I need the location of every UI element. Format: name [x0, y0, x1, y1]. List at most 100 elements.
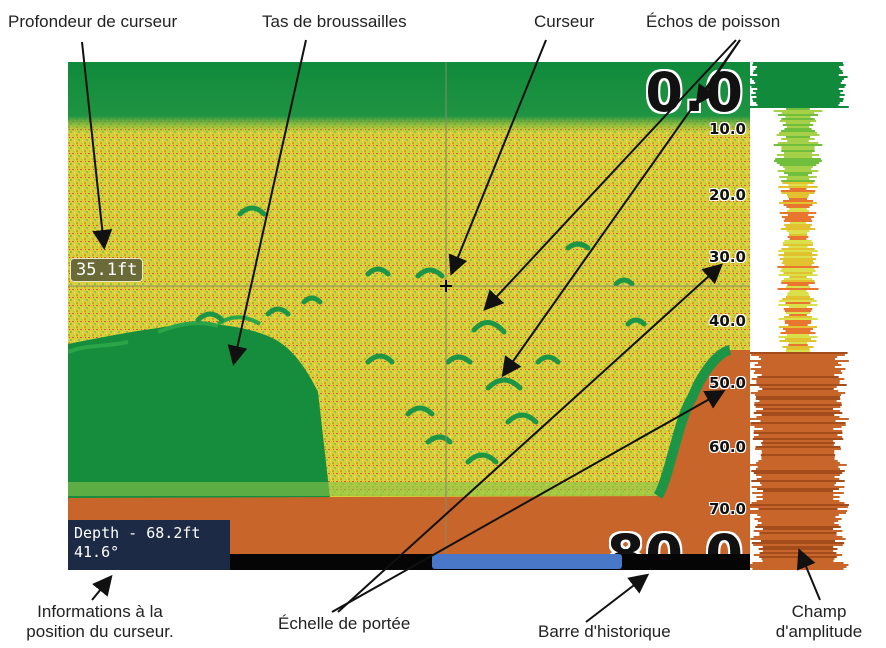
amplitude-bar [776, 154, 820, 156]
amplitude-bar [762, 560, 834, 562]
amplitude-bar [786, 230, 810, 232]
history-bar[interactable] [230, 554, 750, 570]
amplitude-bar [760, 516, 836, 518]
amplitude-bar [781, 112, 815, 114]
amplitude-bar [757, 524, 839, 526]
amplitude-bar [756, 66, 840, 68]
amplitude-bar [783, 156, 813, 158]
amplitude-bar [788, 184, 808, 186]
amplitude-bar [781, 138, 815, 140]
amplitude-bar [750, 504, 849, 506]
amplitude-bar [788, 342, 808, 344]
amplitude-bar [786, 296, 810, 298]
amplitude-bar [751, 480, 845, 482]
range-top-depth: 0.0 [645, 62, 744, 124]
depth-label-70: 70.0 [708, 500, 746, 518]
amplitude-bar [761, 414, 835, 416]
amplitude-bar [753, 80, 843, 82]
amplitude-bar [751, 86, 845, 88]
amplitude-bar [778, 336, 818, 338]
amplitude-bar [778, 274, 818, 276]
amplitude-bar [782, 242, 814, 244]
amplitude-bar [752, 492, 844, 494]
amplitude-bar [750, 424, 846, 426]
amplitude-bar [787, 196, 809, 198]
amplitude-bar [784, 218, 812, 220]
amplitude-bar [781, 282, 815, 284]
amplitude-bar [788, 344, 808, 346]
amplitude-bar [776, 134, 820, 136]
amplitude-bar [751, 378, 845, 380]
amplitude-bar [752, 562, 844, 564]
amplitude-bar [783, 244, 813, 246]
amplitude-bar [761, 442, 835, 444]
amplitude-bar [777, 288, 819, 290]
amplitude-bar [789, 314, 807, 316]
amplitude-bar [750, 76, 848, 78]
amplitude-bar [785, 312, 811, 314]
amplitude-bar [784, 168, 812, 170]
amplitude-bar [756, 474, 840, 476]
amplitude-scope [750, 62, 854, 570]
amplitude-bar [756, 478, 840, 480]
amplitude-bar [784, 320, 812, 322]
amplitude-bar [752, 64, 844, 66]
amplitude-bar [756, 500, 840, 502]
amplitude-bar [761, 558, 835, 560]
history-bar-thumb[interactable] [432, 554, 622, 569]
amplitude-bar [753, 544, 843, 546]
depth-label-60: 60.0 [708, 438, 746, 456]
amplitude-bar [756, 96, 840, 98]
cursor-info-box: Depth - 68.2ft 41.6° [68, 520, 230, 570]
amplitude-bar [787, 236, 809, 238]
amplitude-bar [783, 328, 813, 330]
amplitude-bar [750, 418, 849, 420]
amplitude-bar [756, 102, 840, 104]
amplitude-bar [784, 224, 812, 226]
amplitude-bar [789, 188, 807, 190]
amplitude-bar [750, 84, 846, 86]
amplitude-bar [781, 216, 815, 218]
amplitude-bar [750, 384, 847, 386]
depth-label-40: 40.0 [708, 312, 746, 330]
amplitude-bar [781, 146, 815, 148]
amplitude-bar [750, 510, 848, 512]
amplitude-bar [761, 450, 835, 452]
amplitude-bar [756, 410, 840, 412]
amplitude-bar [786, 294, 810, 296]
amplitude-bar [779, 340, 817, 342]
amplitude-bar [754, 518, 842, 520]
amplitude-bar [762, 498, 834, 500]
amplitude-bar [779, 120, 817, 122]
amplitude-bar [762, 490, 834, 492]
amplitude-bar [781, 150, 815, 152]
amplitude-bar [787, 292, 809, 294]
amplitude-bar [761, 374, 835, 376]
amplitude-bar [751, 94, 845, 96]
amplitude-bar [753, 432, 843, 434]
amplitude-bar [781, 248, 815, 250]
amplitude-bar [756, 462, 840, 464]
amplitude-bar [785, 136, 811, 138]
amplitude-bar [761, 522, 835, 524]
amplitude-bar [773, 144, 823, 146]
amplitude-bar [782, 260, 814, 262]
amplitude-bar [759, 400, 837, 402]
amplitude-bar [778, 326, 818, 328]
amplitude-bar [780, 130, 816, 132]
amplitude-bar [762, 550, 834, 552]
arrow-cursor-info [91, 574, 113, 601]
sonar-view[interactable]: 0.0 10.0 20.0 30.0 40.0 50.0 60.0 70.0 8… [68, 62, 750, 570]
amplitude-bar [784, 252, 812, 254]
amplitude-bar [787, 210, 809, 212]
amplitude-bar [759, 556, 837, 558]
amplitude-bar [762, 444, 834, 446]
amplitude-bar [751, 486, 845, 488]
amplitude-bar [761, 366, 835, 368]
amplitude-bar [753, 472, 843, 474]
amplitude-bar [778, 304, 818, 306]
amplitude-bar [757, 488, 839, 490]
amplitude-bar [781, 268, 815, 270]
amplitude-bar [778, 254, 818, 256]
amplitude-bar [755, 82, 841, 84]
